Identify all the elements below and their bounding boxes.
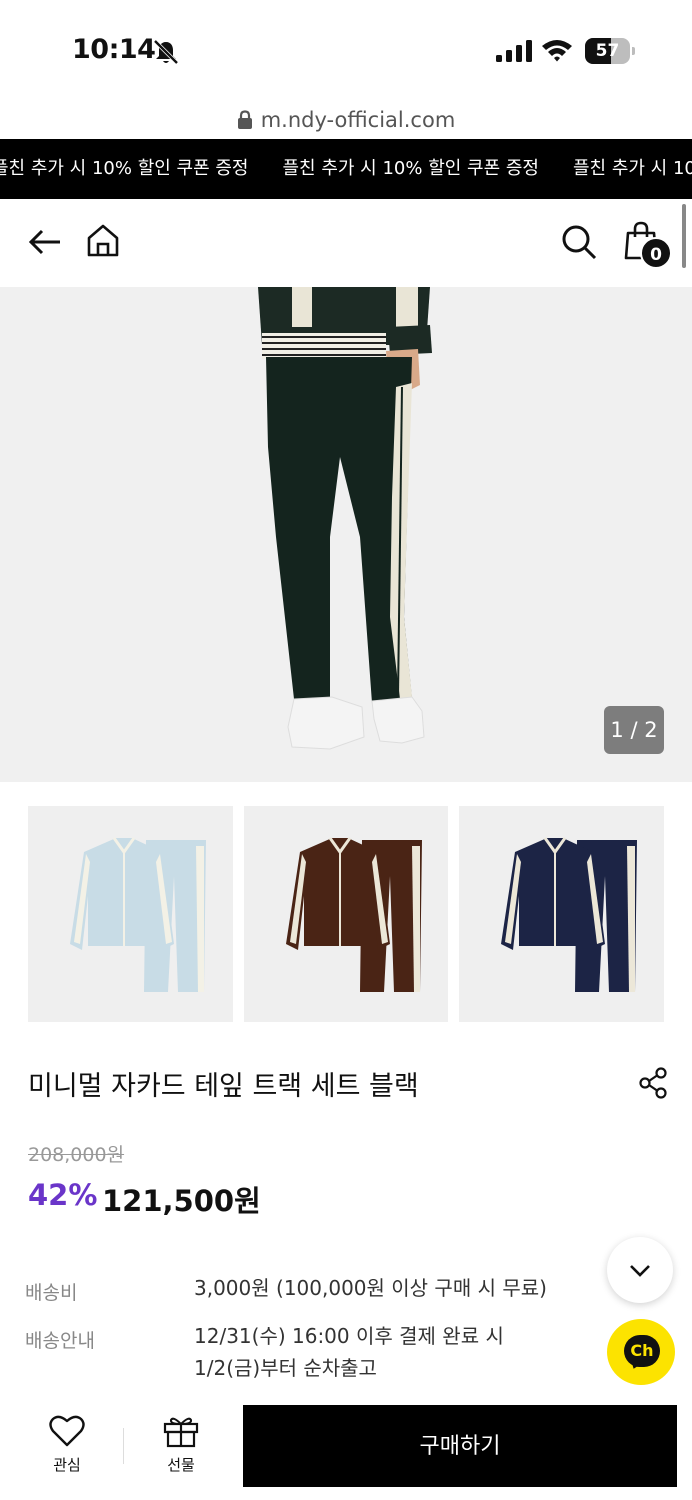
gift-icon (163, 1417, 199, 1448)
product-title: 미니멀 자카드 테잎 트랙 세트 블랙 (28, 1071, 419, 1102)
scrollbar[interactable] (682, 204, 686, 268)
kakao-channel-button[interactable]: Ch (607, 1319, 675, 1385)
thumb-image (285, 837, 422, 992)
scroll-down-button[interactable] (607, 1237, 673, 1303)
heart-icon (49, 1415, 85, 1447)
battery-level: 57 (595, 41, 620, 61)
shipping-fee-label: 배송비 (25, 1282, 78, 1304)
battery-indicator: 57 (585, 38, 635, 64)
cart-count-badge: 0 (640, 237, 672, 269)
wifi-icon (542, 40, 572, 62)
thumb-image (501, 837, 638, 992)
thumbnail-navy[interactable] (459, 806, 665, 1022)
image-pager: 1 / 2 (604, 706, 664, 754)
color-thumbnails (28, 806, 665, 1022)
delivery-info-label: 배송안내 (25, 1330, 95, 1352)
thumbnail-light-blue[interactable] (28, 806, 233, 1022)
striped-hem (262, 333, 386, 359)
home-icon[interactable] (86, 223, 120, 257)
bottom-action-bar: 관심 선물 구매하기 (0, 1400, 692, 1500)
bell-muted-icon (153, 39, 179, 65)
delivery-info-line2: 1/2(금)부터 순차출고 (194, 1356, 377, 1380)
promo-message: 플친 추가 시 10% 할인 쿠폰 증정 (573, 158, 692, 179)
delivery-info-line1: 12/31(수) 16:00 이후 결제 완료 시 (194, 1324, 504, 1348)
channel-icon: Ch (624, 1335, 660, 1367)
gift-button[interactable]: 선물 (146, 1414, 216, 1475)
chevron-down-icon (630, 1265, 650, 1277)
gift-label: 선물 (167, 1456, 195, 1474)
url-text: m.ndy-official.com (260, 108, 456, 132)
thumbnail-brown[interactable] (243, 806, 449, 1022)
original-price: 208,000원 (28, 1144, 125, 1166)
wishlist-label: 관심 (53, 1456, 81, 1474)
promo-banner[interactable]: 플친 추가 시 10% 할인 쿠폰 증정 플친 추가 시 10% 할인 쿠폰 증… (0, 139, 692, 199)
promo-message: 플친 추가 시 10% 할인 쿠폰 증정 (0, 158, 249, 179)
buy-button[interactable]: 구매하기 (243, 1405, 677, 1487)
promo-message: 플친 추가 시 10% 할인 쿠폰 증정 (282, 158, 540, 179)
lock-icon (237, 110, 252, 129)
back-arrow-icon[interactable] (28, 227, 62, 257)
clock: 10:14 (72, 34, 156, 65)
model-photo (258, 287, 432, 750)
cellular-signal-icon (496, 40, 532, 62)
divider (123, 1428, 124, 1464)
share-icon[interactable] (638, 1067, 668, 1099)
status-bar: 10:14 57 (0, 0, 692, 100)
thumb-image (70, 837, 206, 992)
sale-price: 121,500원 (102, 1184, 261, 1218)
address-bar[interactable]: m.ndy-official.com (0, 104, 692, 136)
wishlist-button[interactable]: 관심 (32, 1414, 102, 1475)
discount-rate: 42% (28, 1178, 98, 1212)
site-header: 0 (0, 199, 692, 287)
search-icon[interactable] (560, 223, 598, 261)
shipping-fee-value: 3,000원 (100,000원 이상 구매 시 무료) (194, 1276, 547, 1300)
product-image[interactable] (0, 287, 692, 782)
